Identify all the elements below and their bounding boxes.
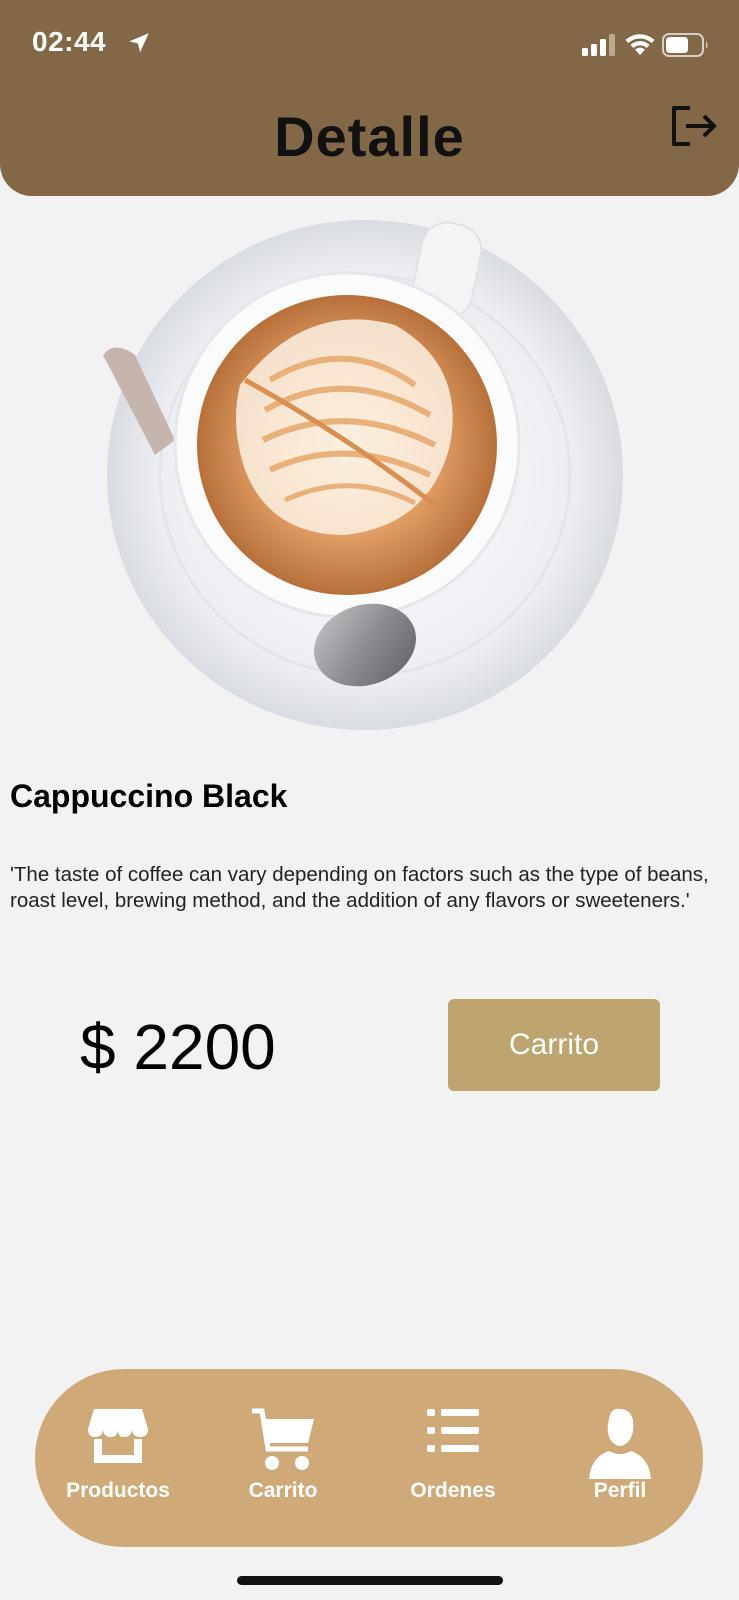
home-indicator — [237, 1576, 503, 1585]
logout-icon[interactable] — [668, 102, 720, 150]
tab-productos[interactable]: Productos — [48, 1369, 188, 1547]
cart-icon — [252, 1408, 314, 1470]
location-arrow-icon — [129, 33, 149, 53]
tab-ordenes[interactable]: Ordenes — [383, 1369, 523, 1547]
status-time: 02:44 — [32, 26, 107, 57]
wifi-icon — [625, 34, 655, 55]
store-icon — [88, 1409, 148, 1463]
cellular-signal-icon — [582, 34, 615, 56]
tab-label: Perfil — [593, 1479, 647, 1502]
bottom-tab-bar: Productos Carrito Ordenes Perfil — [35, 1369, 703, 1547]
page-title: Detalle — [274, 105, 465, 168]
header: 02:44 Detalle — [0, 0, 739, 196]
tab-perfil[interactable]: Perfil — [550, 1369, 690, 1547]
battery-icon — [662, 33, 708, 57]
tab-label: Ordenes — [410, 1479, 496, 1502]
product-description: 'The taste of coffee can vary depending … — [10, 863, 709, 912]
tab-label: Productos — [66, 1479, 170, 1502]
tab-carrito[interactable]: Carrito — [213, 1369, 353, 1547]
tab-label: Carrito — [248, 1479, 318, 1502]
product-price: $ 2200 — [80, 1011, 276, 1083]
product-name: Cappuccino Black — [10, 778, 288, 814]
list-icon — [427, 1409, 479, 1452]
person-icon — [589, 1408, 651, 1479]
product-image — [103, 220, 623, 730]
add-to-cart-button[interactable]: Carrito — [448, 999, 660, 1091]
